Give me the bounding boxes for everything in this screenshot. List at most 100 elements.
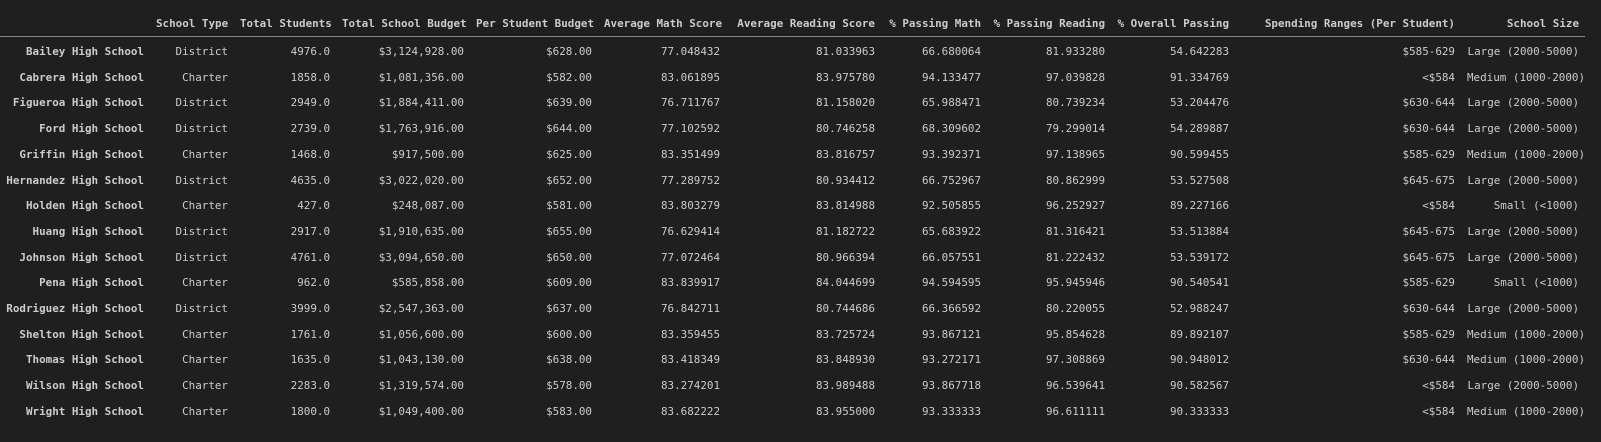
cell-per-student-budget: $625.00 bbox=[546, 147, 592, 161]
cell-spending-ranges: $630-644 bbox=[1402, 122, 1455, 136]
cell-per-student-budget: $650.00 bbox=[546, 250, 592, 264]
cell-spending-ranges: $585-629 bbox=[1402, 45, 1455, 58]
cell-percent-passing-reading: 97.039828 bbox=[1045, 70, 1105, 84]
cell-per-student-budget: $583.00 bbox=[546, 404, 592, 418]
cell-percent-passing-math: 93.867718 bbox=[921, 379, 981, 393]
cell-percent-passing-math: 68.309602 bbox=[921, 122, 981, 136]
cell-total-students: 3999.0 bbox=[290, 302, 330, 316]
cell-school-type: District bbox=[175, 224, 228, 238]
cell-school-type: Charter bbox=[182, 70, 228, 84]
cell-percent-passing-reading: 80.739234 bbox=[1045, 96, 1105, 110]
cell-spending-ranges: $585-629 bbox=[1402, 327, 1455, 341]
cell-school-type: District bbox=[175, 173, 228, 187]
cell-school-type: District bbox=[175, 302, 228, 316]
column-header-percent-passing-reading: % Passing Reading bbox=[987, 12, 1111, 37]
cell-percent-passing-math: 65.683922 bbox=[921, 224, 981, 238]
cell-average-math-score: 76.629414 bbox=[660, 224, 720, 238]
cell-total-school-budget: $1,043,130.00 bbox=[378, 353, 464, 367]
cell-percent-overall-passing: 90.540541 bbox=[1169, 276, 1229, 290]
cell-per-student-budget: $638.00 bbox=[546, 353, 592, 367]
cell-percent-overall-passing: 89.892107 bbox=[1169, 327, 1229, 341]
cell-percent-overall-passing: 89.227166 bbox=[1169, 199, 1229, 213]
cell-school-size: Large (2000-5000) bbox=[1467, 379, 1579, 393]
cell-spending-ranges: <$584 bbox=[1422, 379, 1455, 393]
cell-school-size: Medium (1000-2000) bbox=[1467, 404, 1585, 418]
cell-total-students: 962.0 bbox=[297, 276, 330, 290]
cell-spending-ranges: $630-644 bbox=[1402, 302, 1455, 316]
cell-school-type: District bbox=[175, 122, 228, 136]
cell-total-school-budget: $1,056,600.00 bbox=[378, 327, 464, 341]
cell-total-students: 4976.0 bbox=[290, 45, 330, 58]
cell-average-math-score: 76.842711 bbox=[660, 302, 720, 316]
cell-school-size: Large (2000-5000) bbox=[1467, 173, 1579, 187]
cell-school-type: Charter bbox=[182, 276, 228, 290]
column-header-index bbox=[0, 12, 150, 37]
table-row: Thomas High School Charter 1635.0 $1,043,13… bbox=[0, 347, 1585, 373]
cell-average-math-score: 77.048432 bbox=[660, 45, 720, 58]
cell-percent-passing-math: 66.752967 bbox=[921, 173, 981, 187]
cell-school-type: Charter bbox=[182, 404, 228, 418]
table-row: Shelton High School Charter 1761.0 $1,056,6… bbox=[0, 322, 1585, 348]
cell-school-size: Medium (1000-2000) bbox=[1467, 147, 1585, 161]
cell-total-students: 2283.0 bbox=[290, 379, 330, 393]
cell-average-reading-score: 80.966394 bbox=[815, 250, 875, 264]
table-row: Griffin High School Charter 1468.0 $917,500… bbox=[0, 142, 1585, 168]
cell-percent-passing-reading: 96.611111 bbox=[1045, 404, 1105, 418]
cell-spending-ranges: $630-644 bbox=[1402, 96, 1455, 110]
cell-school-size: Small (<1000) bbox=[1493, 276, 1579, 290]
column-header-percent-overall-passing: % Overall Passing bbox=[1111, 12, 1235, 37]
cell-per-student-budget: $582.00 bbox=[546, 70, 592, 84]
cell-percent-passing-math: 93.272171 bbox=[921, 353, 981, 367]
row-index-label: Wilson High School bbox=[25, 379, 144, 393]
cell-percent-passing-math: 92.505855 bbox=[921, 199, 981, 213]
cell-school-size: Large (2000-5000) bbox=[1467, 45, 1579, 58]
cell-average-math-score: 83.682222 bbox=[660, 404, 720, 418]
row-index-label: Wright High School bbox=[25, 404, 144, 418]
table-body: Bailey High School District 4976.0 $3,124,9… bbox=[0, 37, 1585, 425]
cell-percent-passing-reading: 96.539641 bbox=[1045, 379, 1105, 393]
table-row: Wright High School Charter 1800.0 $1,049,40… bbox=[0, 399, 1585, 425]
cell-school-size: Large (2000-5000) bbox=[1467, 224, 1579, 238]
cell-total-students: 4761.0 bbox=[290, 250, 330, 264]
cell-percent-overall-passing: 52.988247 bbox=[1169, 302, 1229, 316]
cell-percent-passing-reading: 95.854628 bbox=[1045, 327, 1105, 341]
header-row: School Type Total Students Total School Bu… bbox=[0, 12, 1585, 37]
cell-total-school-budget: $1,081,356.00 bbox=[378, 70, 464, 84]
cell-average-math-score: 83.061895 bbox=[660, 70, 720, 84]
cell-school-type: Charter bbox=[182, 327, 228, 341]
cell-average-reading-score: 83.814988 bbox=[815, 199, 875, 213]
row-index-label: Johnson High School bbox=[19, 250, 144, 264]
cell-percent-passing-math: 93.333333 bbox=[921, 404, 981, 418]
cell-percent-passing-reading: 81.222432 bbox=[1045, 250, 1105, 264]
cell-percent-overall-passing: 53.539172 bbox=[1169, 250, 1229, 264]
cell-percent-passing-math: 66.057551 bbox=[921, 250, 981, 264]
table-row: Figueroa High School District 2949.0 $1,884… bbox=[0, 90, 1585, 116]
cell-average-math-score: 83.274201 bbox=[660, 379, 720, 393]
cell-total-school-budget: $585,858.00 bbox=[391, 276, 464, 290]
cell-total-students: 1761.0 bbox=[290, 327, 330, 341]
cell-percent-overall-passing: 54.642283 bbox=[1169, 45, 1229, 58]
cell-school-type: Charter bbox=[182, 353, 228, 367]
cell-average-reading-score: 80.934412 bbox=[815, 173, 875, 187]
row-index-label: Ford High School bbox=[39, 122, 144, 136]
table-row: Ford High School District 2739.0 $1,763,916… bbox=[0, 116, 1585, 142]
cell-total-school-budget: $917,500.00 bbox=[391, 147, 464, 161]
column-header-average-math-score: Average Math Score bbox=[598, 12, 726, 37]
row-index-label: Holden High School bbox=[25, 199, 144, 213]
cell-average-math-score: 77.102592 bbox=[660, 122, 720, 136]
cell-total-school-budget: $1,049,400.00 bbox=[378, 404, 464, 418]
cell-total-students: 427.0 bbox=[297, 199, 330, 213]
cell-percent-passing-math: 93.867121 bbox=[921, 327, 981, 341]
cell-average-math-score: 83.359455 bbox=[660, 327, 720, 341]
cell-percent-overall-passing: 90.599455 bbox=[1169, 147, 1229, 161]
cell-percent-passing-math: 66.680064 bbox=[921, 45, 981, 58]
cell-percent-passing-reading: 80.862999 bbox=[1045, 173, 1105, 187]
cell-percent-passing-reading: 97.308869 bbox=[1045, 353, 1105, 367]
cell-spending-ranges: $585-629 bbox=[1402, 147, 1455, 161]
cell-average-reading-score: 80.744686 bbox=[815, 302, 875, 316]
cell-percent-passing-reading: 80.220055 bbox=[1045, 302, 1105, 316]
cell-percent-overall-passing: 53.513884 bbox=[1169, 224, 1229, 238]
cell-spending-ranges: <$584 bbox=[1422, 70, 1455, 84]
table-row: Cabrera High School Charter 1858.0 $1,081,3… bbox=[0, 65, 1585, 91]
cell-per-student-budget: $637.00 bbox=[546, 302, 592, 316]
